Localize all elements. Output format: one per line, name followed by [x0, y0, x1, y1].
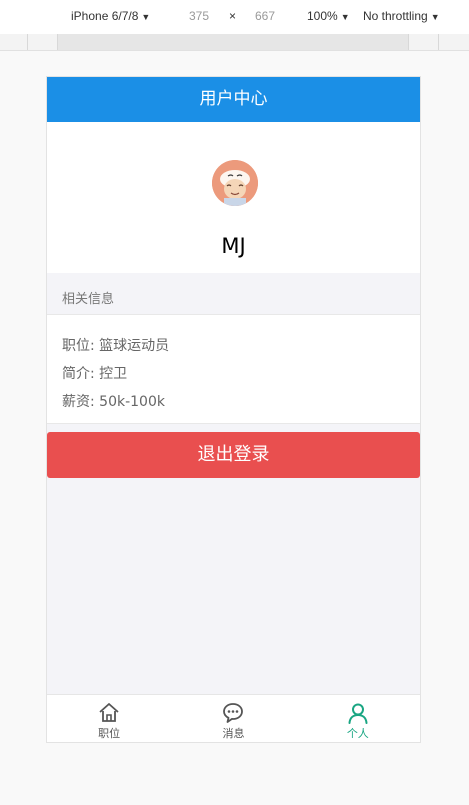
viewport-width-input[interactable]: 375: [189, 9, 209, 23]
avatar-icon: [212, 160, 258, 206]
info-salary: 薪资: 50k-100k: [62, 394, 165, 410]
person-icon: [348, 703, 368, 724]
zoom-value: 100%: [307, 9, 338, 23]
chat-icon: [223, 703, 244, 723]
tab-jobs[interactable]: 职位: [47, 695, 171, 742]
tab-profile[interactable]: 个人: [296, 695, 420, 742]
tab-messages-label: 消息: [222, 727, 245, 740]
tab-jobs-label: 职位: [98, 727, 121, 740]
viewport-height-input[interactable]: 667: [255, 9, 275, 23]
logout-button[interactable]: 退出登录: [47, 432, 420, 478]
throttling-dropdown-icon: ▼: [430, 12, 440, 22]
username: MJ: [221, 234, 246, 258]
info-intro: 简介: 控卫: [62, 366, 128, 382]
zoom-dropdown-icon: ▼: [340, 12, 350, 22]
phone-viewport: 用户中心 MJ 相关信息 职位: 篮球运动员 简介: 控卫 薪资: 50k-10…: [46, 76, 421, 743]
media-query-ruler[interactable]: [0, 34, 469, 51]
zoom-select[interactable]: 100% ▼: [307, 9, 350, 23]
page-title: 用户中心: [199, 89, 268, 109]
device-name: iPhone 6/7/8: [71, 9, 139, 23]
device-dropdown-icon: ▼: [141, 12, 151, 22]
tab-bar: 职位 消息 个人: [47, 694, 420, 742]
avatar[interactable]: [212, 160, 258, 206]
profile-card: MJ: [47, 122, 420, 273]
device-select[interactable]: iPhone 6/7/8 ▼: [71, 9, 150, 23]
tab-profile-label: 个人: [346, 727, 369, 740]
dimension-separator: ×: [229, 9, 237, 23]
info-position: 职位: 篮球运动员: [62, 338, 170, 354]
home-icon: [99, 703, 119, 722]
throttling-select[interactable]: No throttling ▼: [363, 9, 440, 23]
tab-messages[interactable]: 消息: [171, 695, 295, 742]
throttling-value: No throttling: [363, 9, 428, 23]
section-title: 相关信息: [62, 292, 115, 307]
page-header: 用户中心: [47, 77, 420, 122]
info-list: 职位: 篮球运动员 简介: 控卫 薪资: 50k-100k: [47, 314, 420, 424]
devtools-toolbar: iPhone 6/7/8 ▼ 375 × 667 100% ▼ No throttl…: [0, 0, 469, 35]
